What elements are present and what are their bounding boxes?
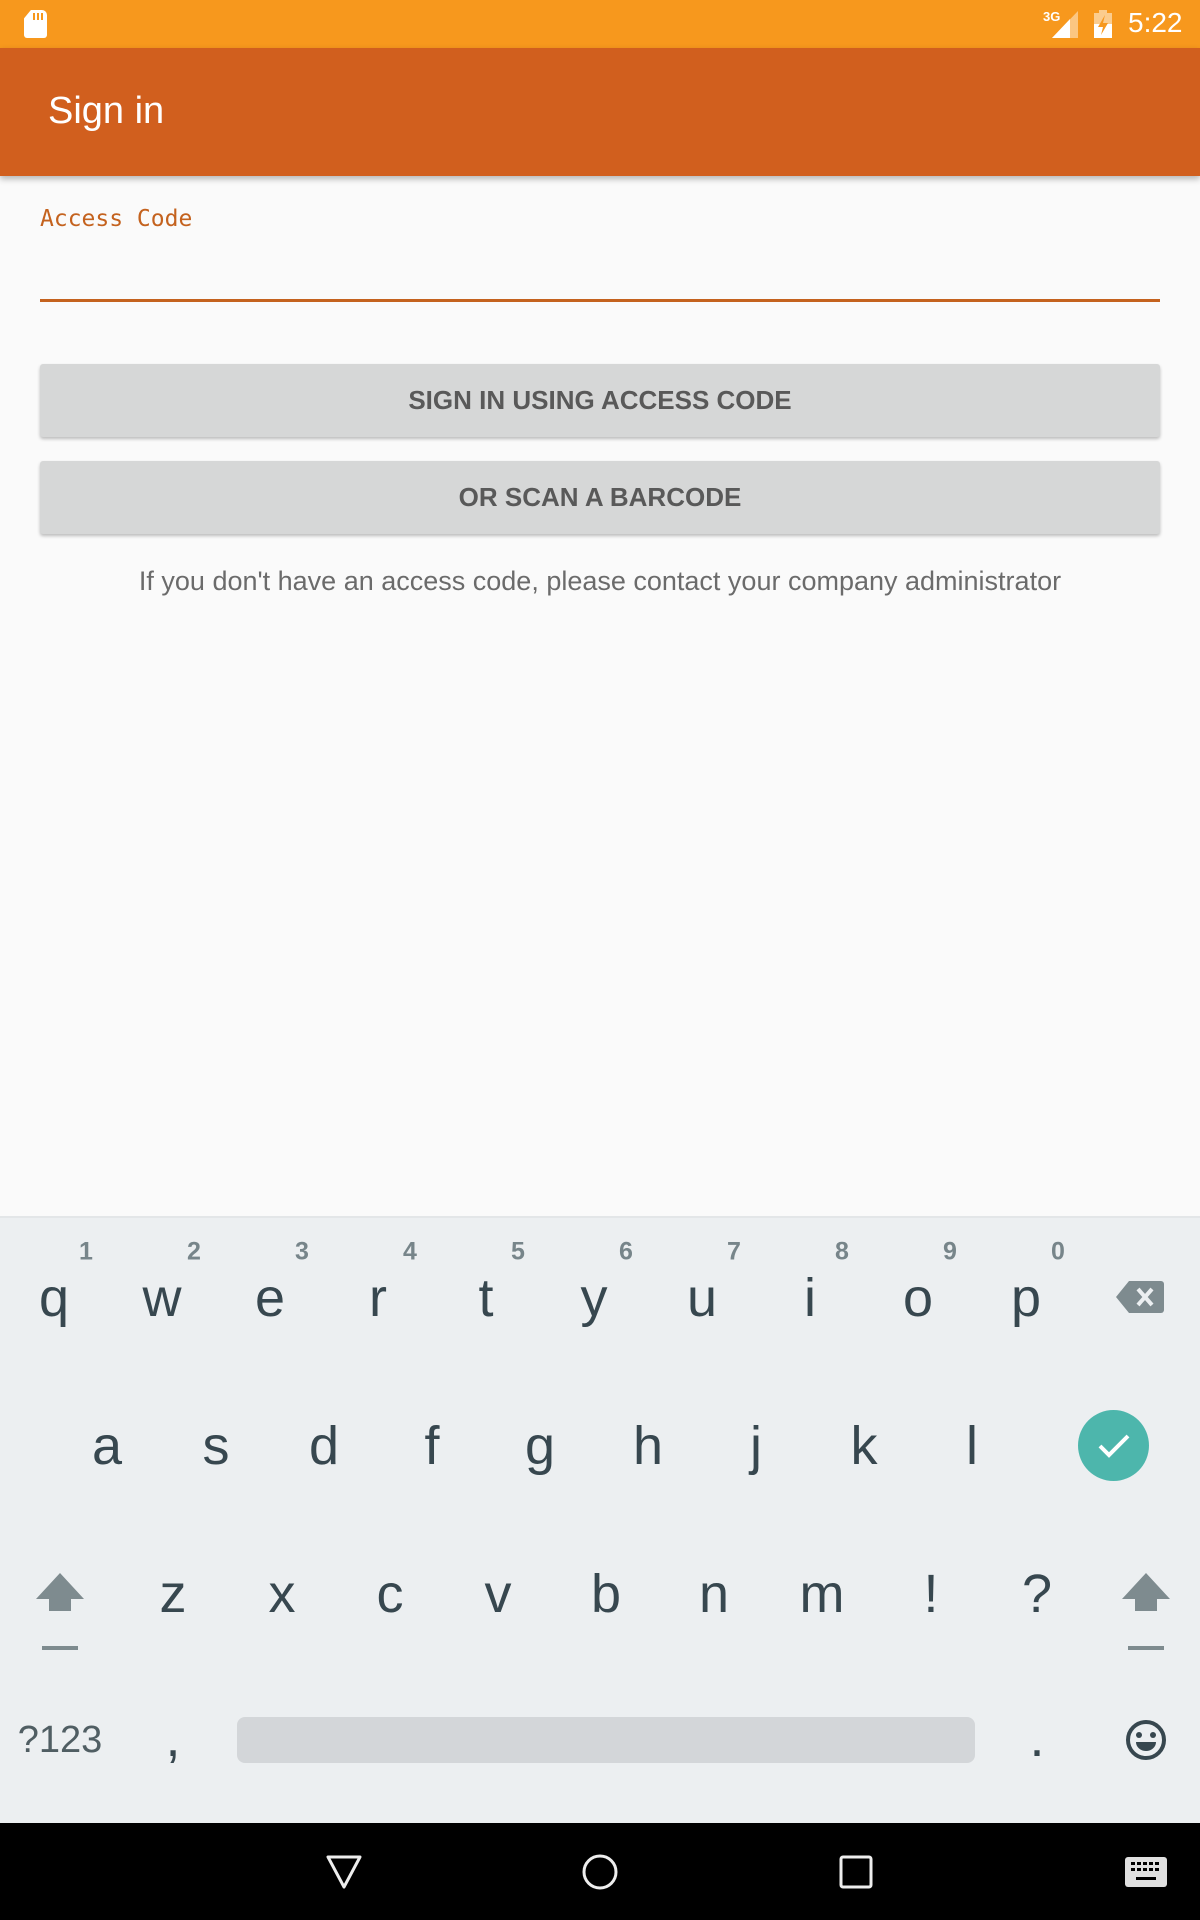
key-hint: 8: [835, 1237, 849, 1266]
key-hint: 4: [403, 1237, 417, 1266]
helper-text: If you don't have an access code, please…: [138, 566, 1062, 596]
key-z[interactable]: z: [160, 1567, 187, 1621]
key-hint: 1: [79, 1237, 93, 1266]
key-hint: 6: [619, 1237, 633, 1266]
key-w[interactable]: w: [143, 1271, 182, 1325]
key-p[interactable]: p: [1011, 1271, 1041, 1325]
key-period[interactable]: .: [1029, 1711, 1044, 1765]
battery-charging-icon: [1094, 10, 1112, 38]
key-d[interactable]: d: [309, 1419, 339, 1473]
home-icon[interactable]: [580, 1852, 620, 1892]
key-hint: 2: [187, 1237, 201, 1266]
scan-barcode-button[interactable]: OR SCAN A BARCODE: [40, 461, 1160, 534]
back-icon[interactable]: [325, 1854, 363, 1890]
status-bar: 3G 5:22: [0, 0, 1200, 48]
key-o[interactable]: o: [903, 1271, 933, 1325]
key-l[interactable]: l: [966, 1419, 978, 1473]
key-h[interactable]: h: [633, 1419, 663, 1473]
shift-indicator: [42, 1646, 78, 1650]
key-g[interactable]: g: [525, 1419, 555, 1473]
key-question[interactable]: ?: [1022, 1567, 1052, 1621]
check-icon: [1098, 1434, 1129, 1458]
space-bar[interactable]: [237, 1717, 975, 1763]
key-comma[interactable]: ,: [165, 1711, 180, 1765]
key-u[interactable]: u: [687, 1271, 717, 1325]
key-hint: 3: [295, 1237, 309, 1266]
key-k[interactable]: k: [851, 1419, 878, 1473]
emoji-icon[interactable]: [1125, 1719, 1167, 1761]
key-hint: 0: [1051, 1237, 1065, 1266]
page-title: Sign in: [48, 90, 165, 132]
key-j[interactable]: j: [750, 1419, 762, 1473]
key-hint: 7: [727, 1237, 741, 1266]
key-c[interactable]: c: [377, 1567, 404, 1621]
key-exclamation[interactable]: !: [923, 1567, 938, 1621]
key-q[interactable]: q: [39, 1271, 69, 1325]
key-hint: 9: [943, 1237, 957, 1266]
app-bar: Sign in: [0, 48, 1200, 176]
sign-in-button[interactable]: SIGN IN USING ACCESS CODE: [40, 364, 1160, 437]
shift-left-icon[interactable]: [36, 1573, 84, 1613]
shift-indicator: [1128, 1646, 1164, 1650]
shift-right-icon[interactable]: [1122, 1573, 1170, 1613]
soft-keyboard: 1 q 2 w 3 e 4 r 5 t 6 y 7 u 8 i 9 o 0 p …: [0, 1216, 1200, 1823]
key-a[interactable]: a: [92, 1419, 122, 1473]
key-i[interactable]: i: [804, 1271, 816, 1325]
key-hint: 5: [511, 1237, 525, 1266]
key-y[interactable]: y: [581, 1271, 608, 1325]
sd-card-icon: [24, 10, 47, 38]
key-b[interactable]: b: [591, 1567, 621, 1621]
key-n[interactable]: n: [699, 1567, 729, 1621]
key-f[interactable]: f: [424, 1419, 439, 1473]
signal-icon: [1052, 11, 1078, 38]
access-code-label: Access Code: [40, 206, 193, 232]
keyboard-switch-icon[interactable]: [1125, 1857, 1167, 1887]
key-s[interactable]: s: [203, 1419, 230, 1473]
symbols-key[interactable]: ?123: [18, 1721, 103, 1759]
navigation-bar: [0, 1823, 1200, 1920]
access-code-input[interactable]: [40, 240, 1160, 302]
key-r[interactable]: r: [369, 1271, 387, 1325]
recents-icon[interactable]: [838, 1854, 874, 1890]
key-m[interactable]: m: [800, 1567, 845, 1621]
key-v[interactable]: v: [485, 1567, 512, 1621]
clock: 5:22: [1128, 7, 1183, 38]
key-e[interactable]: e: [255, 1271, 285, 1325]
key-x[interactable]: x: [269, 1567, 296, 1621]
key-t[interactable]: t: [478, 1271, 493, 1325]
enter-key[interactable]: [1078, 1410, 1149, 1481]
backspace-icon[interactable]: [1115, 1279, 1165, 1315]
